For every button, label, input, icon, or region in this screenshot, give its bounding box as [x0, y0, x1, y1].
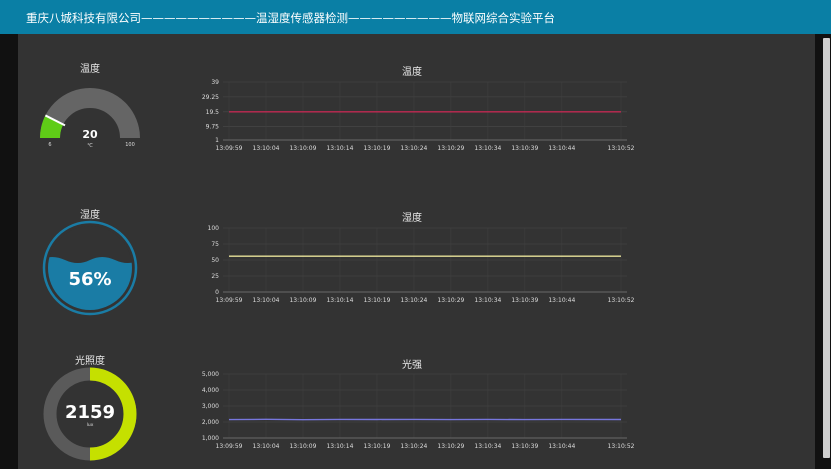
light-chart-ytick-label: 4,000: [202, 387, 219, 394]
light-chart-title: 光强: [402, 360, 422, 371]
humidity-chart-xtick-label: 13:10:24: [400, 297, 427, 304]
humidity-chart-xtick-label: 13:10:09: [289, 297, 316, 304]
humidity-chart-xtick-label: 13:10:39: [511, 297, 538, 304]
humidity-chart-ytick-label: 100: [208, 225, 220, 232]
light-chart-xtick-label: 13:10:14: [326, 443, 353, 450]
temperature-gauge-min: 6: [48, 142, 51, 148]
temperature-chart-xtick-label: 13:10:44: [548, 145, 575, 152]
temperature-gauge: 20 ℃ 6 100: [40, 88, 140, 149]
light-chart: 1,000 2,000 3,000 4,000 5,000 13:09:59 13:10:0…: [202, 371, 635, 450]
humidity-chart: 0 25 50 75 100 13:09:59 13:10:04 13:10:09 13:10:…: [208, 225, 635, 304]
light-chart-xtick-label: 13:09:59: [216, 443, 243, 450]
temperature-gauge-fill: [40, 115, 64, 139]
temperature-chart-xtick-label: 13:10:14: [326, 145, 353, 152]
light-chart-xtick-label: 13:10:04: [253, 443, 280, 450]
humidity-chart-xtick-label: 13:09:59: [216, 297, 243, 304]
light-chart-xtick-label: 13:10:29: [437, 443, 464, 450]
temperature-chart-ytick-label: 29.25: [202, 94, 219, 101]
temperature-chart-ytick-label: 1: [215, 137, 219, 144]
humidity-gauge: 56%: [42, 220, 138, 316]
light-chart-ytick-label: 3,000: [202, 403, 219, 410]
light-gauge: 2159 lux: [43, 367, 137, 461]
humidity-gauge-value: 56%: [68, 269, 111, 290]
light-chart-xtick-label: 13:10:19: [363, 443, 390, 450]
humidity-chart-xtick-label: 13:10:04: [253, 297, 280, 304]
vertical-scrollbar[interactable]: [822, 34, 831, 469]
temperature-chart-title: 温度: [402, 67, 422, 78]
header-bar: 重庆八城科技有限公司——————————温湿度传感器检测—————————物联网…: [0, 0, 831, 34]
temperature-gauge-title: 温度: [80, 64, 100, 75]
temperature-chart-ytick-label: 19.5: [206, 109, 220, 116]
temperature-chart-xtick-label: 13:10:39: [511, 145, 538, 152]
humidity-chart-ytick-label: 0: [215, 289, 219, 296]
humidity-chart-xtick-label: 13:10:44: [548, 297, 575, 304]
light-chart-ytick-label: 5,000: [202, 371, 219, 378]
humidity-chart-ytick-label: 25: [211, 273, 219, 280]
temperature-chart: 1 9.75 19.5 29.25 39 13:09:59 13:10:04 13:10:09…: [202, 79, 635, 152]
temperature-chart-xtick-label: 13:10:29: [437, 145, 464, 152]
humidity-chart-ytick-label: 75: [211, 241, 219, 248]
scrollbar-thumb[interactable]: [823, 38, 830, 458]
temperature-chart-xtick-label: 13:10:09: [289, 145, 316, 152]
light-chart-xtick-label: 13:10:52: [608, 443, 635, 450]
temperature-gauge-value: 20: [82, 128, 98, 141]
light-chart-ytick-label: 2,000: [202, 419, 219, 426]
light-chart-xtick-label: 13:10:39: [511, 443, 538, 450]
light-chart-xtick-label: 13:10:34: [474, 443, 501, 450]
light-chart-xtick-label: 13:10:09: [289, 443, 316, 450]
temperature-chart-xtick-label: 13:10:19: [363, 145, 390, 152]
temperature-gauge-unit: ℃: [87, 143, 93, 149]
temperature-chart-xtick-label: 13:09:59: [216, 145, 243, 152]
page-title: 重庆八城科技有限公司——————————温湿度传感器检测—————————物联网…: [26, 11, 555, 25]
temperature-chart-ytick-label: 9.75: [206, 124, 220, 131]
light-chart-xtick-label: 13:10:24: [400, 443, 427, 450]
light-chart-ytick-label: 1,000: [202, 435, 219, 442]
temperature-chart-xtick-label: 13:10:04: [253, 145, 280, 152]
humidity-chart-xtick-label: 13:10:34: [474, 297, 501, 304]
temperature-chart-xtick-label: 13:10:34: [474, 145, 501, 152]
humidity-chart-ytick-label: 50: [211, 257, 219, 264]
light-gauge-unit: lux: [87, 422, 94, 428]
temperature-gauge-max: 100: [125, 142, 135, 148]
temperature-chart-ytick-label: 39: [211, 79, 219, 86]
light-chart-xtick-label: 13:10:44: [548, 443, 575, 450]
temperature-chart-xtick-label: 13:10:24: [400, 145, 427, 152]
humidity-chart-xtick-label: 13:10:14: [326, 297, 353, 304]
light-gauge-value: 2159: [65, 402, 115, 423]
humidity-chart-xtick-label: 13:10:29: [437, 297, 464, 304]
humidity-chart-xtick-label: 13:10:19: [363, 297, 390, 304]
temperature-chart-xtick-label: 13:10:52: [608, 145, 635, 152]
humidity-chart-xtick-label: 13:10:52: [608, 297, 635, 304]
humidity-chart-title: 湿度: [402, 213, 422, 224]
